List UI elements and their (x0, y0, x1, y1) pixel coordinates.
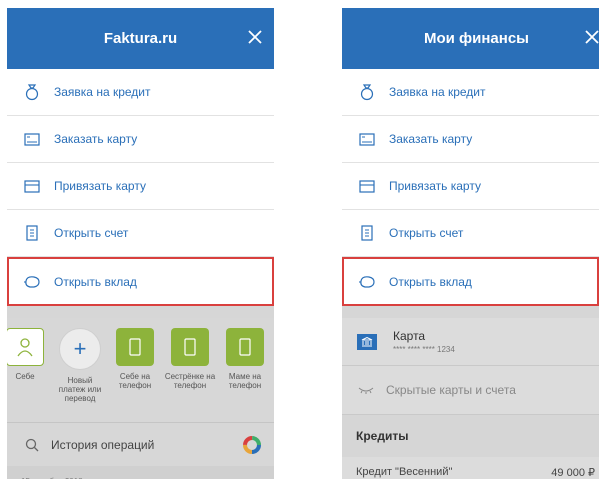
credit-name: Кредит "Весенний" (356, 466, 453, 478)
menu-item-link-card[interactable]: Привязать карту (342, 163, 599, 210)
menu-item-label: Привязать карту (54, 179, 146, 193)
menu-item-label: Открыть вклад (389, 274, 472, 289)
bank-icon (357, 333, 377, 350)
money-bag-icon (22, 82, 42, 102)
right-title: Мои финансы (423, 30, 529, 47)
quick-action-label: Новый платеж или перевод (58, 376, 102, 403)
quick-action-self[interactable]: Себе (7, 328, 51, 381)
menu-item-open-account[interactable]: Открыть счет (342, 210, 599, 257)
history-label: История операций (51, 437, 155, 452)
card-title: Карта (393, 329, 426, 343)
plus-icon: + (59, 328, 101, 370)
menu-item-label: Заказать карту (54, 132, 138, 146)
section-divider (342, 306, 599, 318)
close-icon[interactable] (246, 28, 264, 46)
person-icon (7, 328, 44, 366)
document-icon (357, 223, 377, 243)
search-icon (25, 438, 39, 451)
quick-action-label: Маме на телефон (228, 372, 262, 390)
menu-item-label: Заявка на кредит (389, 85, 486, 99)
menu-item-order-card[interactable]: Заказать карту (342, 116, 599, 163)
menu-item-label: Открыть вклад (54, 274, 137, 289)
phone-icon (116, 328, 154, 366)
card-order-icon (22, 129, 42, 149)
menu-item-credit-request[interactable]: Заявка на кредит (342, 69, 599, 116)
quick-action-label: Сестрёнке на телефон (164, 372, 216, 390)
credits-section-title: Кредиты (342, 415, 599, 457)
card-link-icon (22, 176, 42, 196)
card-order-icon (357, 129, 377, 149)
close-icon[interactable] (583, 28, 599, 46)
history-row[interactable]: История операций (7, 422, 274, 466)
quick-action-label: Себе (15, 372, 35, 381)
chart-donut-icon[interactable] (242, 435, 262, 455)
document-icon (22, 223, 42, 243)
menu-item-label: Открыть счет (54, 226, 129, 240)
phone-icon (226, 328, 264, 366)
menu-item-credit-request[interactable]: Заявка на кредит (7, 69, 274, 116)
quick-action-new-payment[interactable]: + Новый платеж или перевод (54, 328, 106, 403)
phone-icon (171, 328, 209, 366)
menu-item-label: Открыть счет (389, 226, 464, 240)
left-header: Faktura.ru (7, 8, 274, 69)
hidden-accounts-label: Скрытые карты и счета (386, 383, 516, 397)
menu-item-order-card[interactable]: Заказать карту (7, 116, 274, 163)
quick-action-label: Себе на телефон (118, 372, 152, 390)
hidden-accounts-row[interactable]: Скрытые карты и счета (342, 366, 599, 415)
money-bag-icon (357, 82, 377, 102)
piggy-bank-icon (357, 272, 377, 292)
left-title: Faktura.ru (103, 30, 178, 47)
account-card-row[interactable]: Карта **** **** **** 1234 (342, 318, 599, 366)
menu-item-label: Заявка на кредит (54, 85, 151, 99)
menu-item-open-deposit[interactable]: Открыть вклад (342, 257, 599, 306)
menu-item-label: Привязать карту (389, 179, 481, 193)
credit-amount: 49 000 ₽ (551, 466, 595, 479)
quick-action-self-phone[interactable]: Себе на телефон (109, 328, 161, 390)
piggy-bank-icon (22, 272, 42, 292)
quick-actions: Себе + Новый платеж или перевод Себе на … (7, 318, 274, 422)
right-screen: Мои финансы Заявка на кредит Заказать ка… (342, 8, 599, 479)
eye-closed-icon (358, 387, 374, 394)
right-header: Мои финансы (342, 8, 599, 69)
menu-item-open-deposit[interactable]: Открыть вклад (7, 257, 274, 306)
section-divider (7, 306, 274, 318)
date-label: 15 декабря 2018 г. (7, 466, 274, 479)
menu-item-link-card[interactable]: Привязать карту (7, 163, 274, 210)
menu-item-open-account[interactable]: Открыть счет (7, 210, 274, 257)
card-link-icon (357, 176, 377, 196)
menu-item-label: Заказать карту (389, 132, 473, 146)
quick-action-mom-phone[interactable]: Маме на телефон (219, 328, 271, 390)
quick-action-sister-phone[interactable]: Сестрёнке на телефон (164, 328, 216, 390)
left-screen: Faktura.ru Заявка на кредит Заказать кар… (7, 8, 274, 479)
card-number: **** **** **** 1234 (393, 345, 455, 354)
credit-row[interactable]: Кредит "Весенний" 49 000 ₽ (342, 457, 599, 479)
